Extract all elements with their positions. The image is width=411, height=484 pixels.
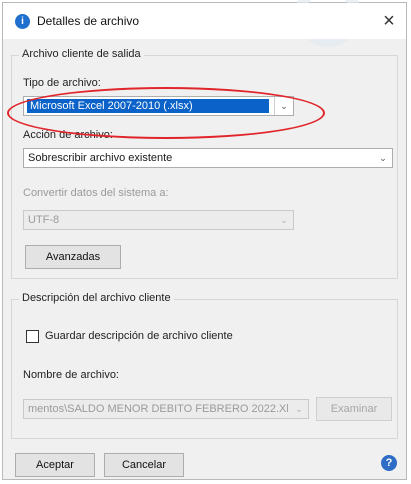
cancel-button[interactable]: Cancelar	[104, 453, 184, 477]
file-name-value: mentos\SALDO MENOR DEBITO FEBRERO 2022.X…	[28, 403, 288, 415]
chevron-down-icon: ⌄	[274, 97, 293, 115]
convert-select[interactable]: UTF-8 ⌄	[23, 210, 294, 230]
file-type-label: Tipo de archivo:	[23, 77, 101, 89]
convert-value: UTF-8	[28, 214, 60, 226]
output-group-legend: Archivo cliente de salida	[19, 48, 144, 60]
advanced-button[interactable]: Avanzadas	[25, 245, 121, 269]
title-bar: i Detalles de archivo ×	[3, 3, 406, 39]
save-description-checkbox[interactable]	[26, 330, 39, 343]
info-icon: i	[15, 14, 30, 29]
file-type-select[interactable]: Microsoft Excel 2007-2010 (.xlsx) ⌄	[23, 96, 294, 116]
help-icon[interactable]: ?	[381, 455, 397, 471]
file-name-label: Nombre de archivo:	[23, 369, 119, 381]
chevron-down-icon: ⌄	[295, 404, 303, 414]
file-name-field[interactable]: mentos\SALDO MENOR DEBITO FEBRERO 2022.X…	[23, 399, 309, 419]
file-action-label: Acción de archivo:	[23, 129, 113, 141]
file-details-dialog: i Detalles de archivo × Archivo cliente …	[2, 0, 407, 480]
file-type-value: Microsoft Excel 2007-2010 (.xlsx)	[27, 99, 269, 113]
chevron-down-icon: ⌄	[280, 215, 288, 225]
description-group-legend: Descripción del archivo cliente	[19, 292, 174, 304]
chevron-down-icon: ⌄	[379, 153, 387, 163]
convert-label: Convertir datos del sistema a:	[23, 187, 169, 199]
browse-button[interactable]: Examinar	[316, 397, 392, 421]
close-icon[interactable]: ×	[374, 7, 404, 35]
file-action-value: Sobrescribir archivo existente	[28, 152, 173, 164]
save-description-label[interactable]: Guardar descripción de archivo cliente	[45, 330, 233, 342]
window-title: Detalles de archivo	[37, 14, 140, 28]
file-action-select[interactable]: Sobrescribir archivo existente ⌄	[23, 148, 393, 168]
accept-button[interactable]: Aceptar	[15, 453, 95, 477]
